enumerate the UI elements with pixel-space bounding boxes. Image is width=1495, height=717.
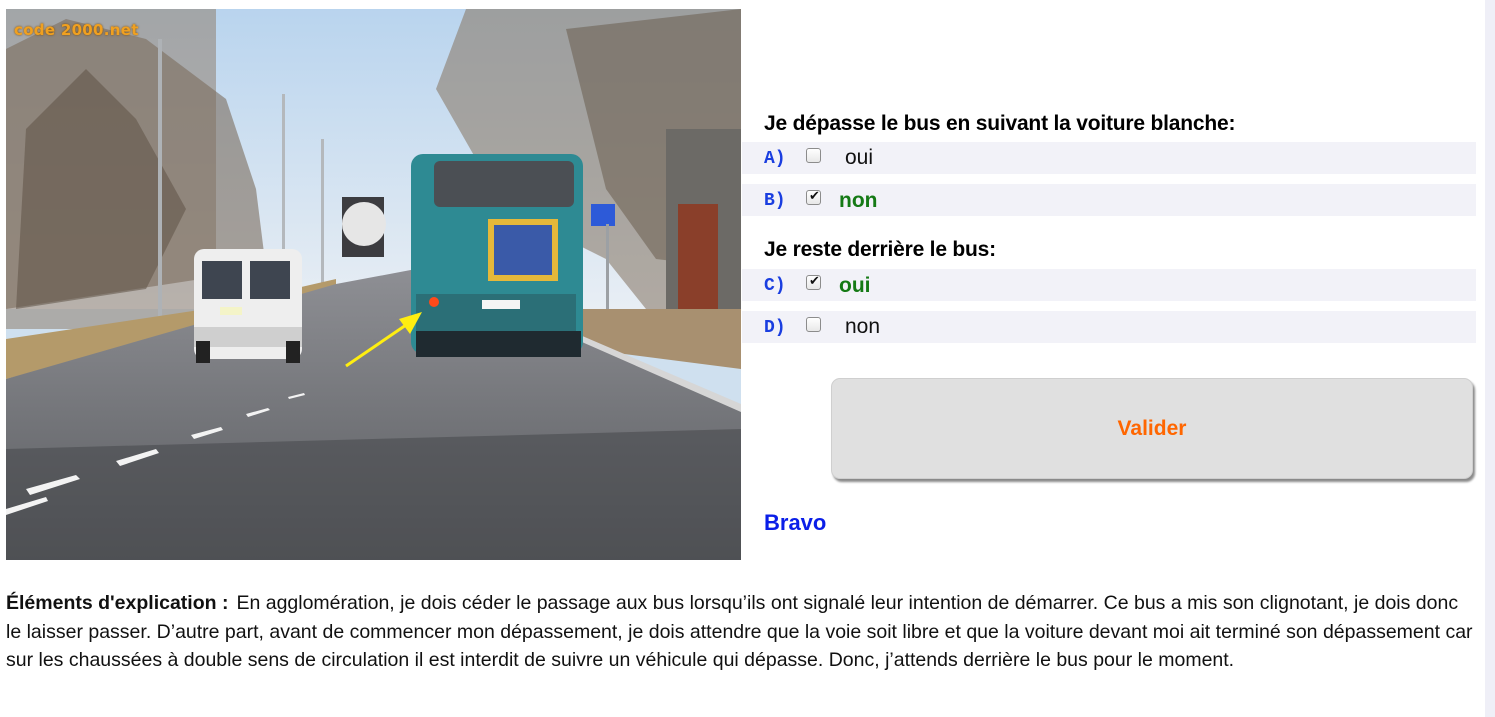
road-scene-illustration bbox=[6, 9, 741, 560]
answer-row-a[interactable]: A) oui bbox=[742, 142, 1476, 174]
answer-row-b[interactable]: B) ✔ non bbox=[742, 184, 1476, 216]
watermark-logo: code 2000.net bbox=[14, 21, 139, 39]
check-mark-icon: ✔ bbox=[809, 189, 820, 204]
answer-letter-a: A) bbox=[764, 149, 786, 169]
explanation-block: Éléments d'explication : En agglomération… bbox=[6, 589, 1478, 675]
answer-row-c[interactable]: C) ✔ oui bbox=[742, 269, 1476, 301]
white-van bbox=[194, 249, 302, 363]
question-1-title: Je dépasse le bus en suivant la voiture … bbox=[764, 112, 1236, 135]
answer-letter-c: C) bbox=[764, 276, 786, 296]
answer-text-d: non bbox=[845, 315, 881, 338]
answer-checkbox-c[interactable]: ✔ bbox=[806, 274, 821, 290]
answer-checkbox-a[interactable] bbox=[806, 148, 821, 163]
answer-letter-d: D) bbox=[764, 318, 786, 338]
bus bbox=[411, 154, 583, 357]
answer-text-c: oui bbox=[839, 274, 871, 297]
validate-button[interactable]: Valider bbox=[831, 378, 1473, 479]
right-edge-rule bbox=[1485, 0, 1495, 717]
result-feedback: Bravo bbox=[764, 510, 827, 535]
answer-checkbox-b[interactable]: ✔ bbox=[806, 189, 821, 205]
check-mark-icon: ✔ bbox=[809, 274, 820, 289]
answer-letter-b: B) bbox=[764, 191, 786, 211]
question-photo: code 2000.net bbox=[6, 9, 741, 560]
answer-checkbox-d[interactable] bbox=[806, 317, 821, 332]
question-2-title: Je reste derrière le bus: bbox=[764, 238, 996, 261]
answer-text-b: non bbox=[839, 189, 878, 212]
answer-text-a: oui bbox=[845, 146, 874, 169]
answer-row-d[interactable]: D) non bbox=[742, 311, 1476, 343]
explanation-label: Éléments d'explication : bbox=[6, 592, 229, 614]
